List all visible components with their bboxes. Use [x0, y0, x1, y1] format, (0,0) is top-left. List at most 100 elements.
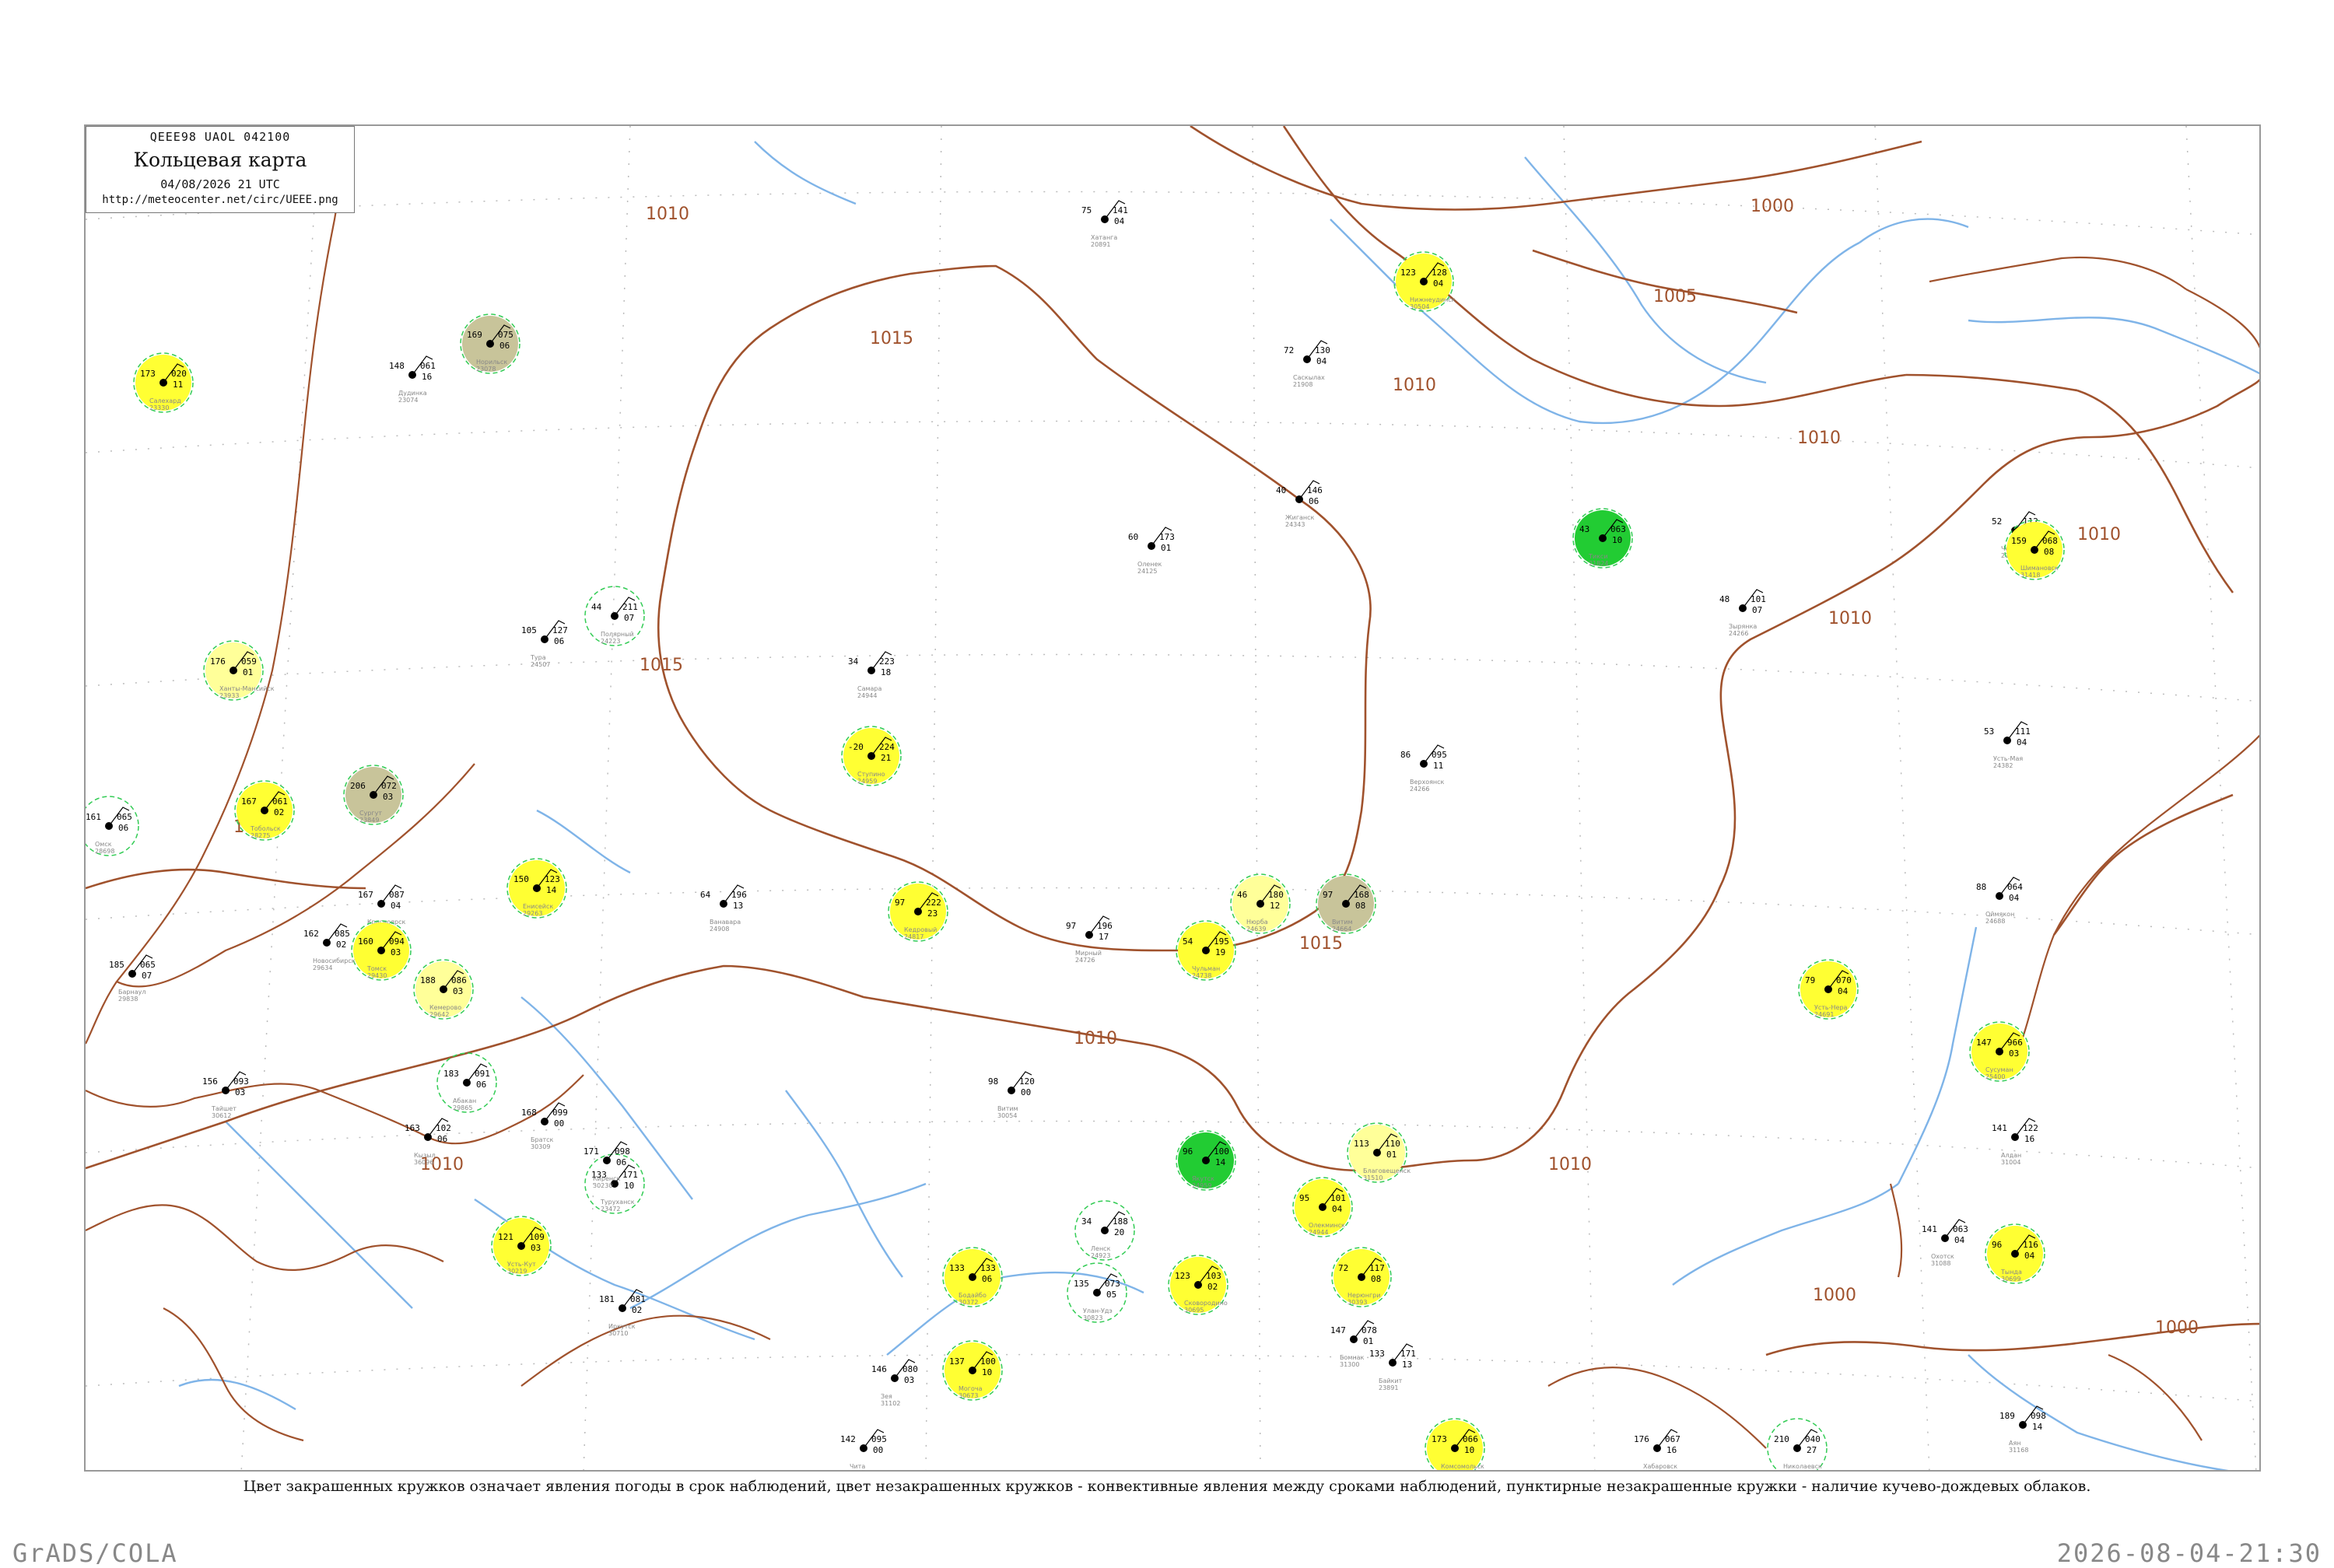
station-temp: 185 — [109, 960, 124, 970]
station-plot[interactable]: 96 11604 Тында30699 — [1985, 1223, 2045, 1284]
station-temp: 167 — [358, 890, 373, 900]
station-plot[interactable]: 141 12216 Алдан31004 — [1992, 1118, 2038, 1166]
station-index: 24664 — [1332, 926, 1351, 933]
station-plot[interactable]: 60 17301 Оленек24125 — [1128, 527, 1175, 575]
station-plot[interactable]: 97 19617 Мирный24726 — [1066, 915, 1113, 964]
station-plot[interactable]: 75 14104 Хатанга20891 — [1081, 200, 1128, 248]
station-plot[interactable]: 160 09403 Томск29430 — [351, 920, 412, 981]
station-plot[interactable]: 97 22223 Кедровый24817 — [888, 881, 948, 942]
station-plot[interactable]: 161 06506 Омск28698 — [86, 796, 139, 856]
station-plot[interactable]: 34 22318 Самара24944 — [848, 651, 895, 699]
station-tendency: 02 — [274, 807, 284, 817]
station-tendency: 06 — [118, 823, 128, 833]
station-index: 24959 — [857, 778, 877, 785]
station-plot[interactable]: 173 06610 Комсомольск31532 — [1425, 1418, 1485, 1472]
station-plot[interactable]: 123 12804 Нижнеудинск30504 — [1393, 251, 1456, 312]
station-plot[interactable]: 137 10010 Могоча30673 — [942, 1340, 1003, 1401]
station-plot[interactable]: 176 06716 Хабаровск31735 — [1634, 1429, 1680, 1472]
isobar-1010-east — [1905, 373, 2078, 392]
station-plot[interactable]: 43 06310 Тикси21824 — [1572, 508, 1633, 569]
station-name: Ханты-Мансийск — [219, 685, 275, 692]
station-plot[interactable]: 48 10107 Зырянка24266 — [1719, 589, 1766, 637]
isobar-label: 1000 — [1813, 1286, 1856, 1305]
station-plot[interactable]: 123 10302 Сковородино30695 — [1168, 1255, 1228, 1315]
station-plot[interactable]: 171 09806 Киренск30230 — [584, 1141, 630, 1189]
station-plot[interactable]: 133 17113 Байкит23891 — [1369, 1343, 1416, 1391]
station-plot[interactable]: 183 09106Абакан29865 — [436, 1052, 497, 1113]
station-plot[interactable]: 86 09511 Верхоянск24266 — [1400, 744, 1447, 793]
station-plot[interactable]: 96 10014 Якутск24959 — [1176, 1130, 1236, 1191]
station-plot[interactable]: 44 21107 Полярный24223 — [584, 586, 645, 646]
station-plot[interactable]: 142 09500 Чита30758 — [840, 1429, 887, 1472]
station-plot[interactable]: 162 08502 Новосибирск29634 — [303, 923, 356, 971]
station-plot[interactable]: 176 05901 Ханты-Мансийск23933 — [203, 640, 275, 701]
station-plot[interactable]: 113 11001 Благовещенск31510 — [1347, 1122, 1411, 1183]
station-pressure: 081 — [630, 1294, 646, 1304]
station-pressure: 130 — [1315, 345, 1330, 355]
station-plot[interactable]: 188 08603 Кемерово29642 — [413, 959, 474, 1020]
station-plot[interactable]: 146 08003 Зея31102 — [871, 1359, 918, 1407]
station-plot[interactable]: 168 09900Братск30309 — [521, 1102, 568, 1150]
station-plot[interactable]: 46 18012 Нюрба24639 — [1230, 873, 1291, 934]
station-plot[interactable]: 141 06304 Охотск31088 — [1922, 1219, 1968, 1267]
station-name: Сковородино — [1184, 1300, 1228, 1307]
station-plot[interactable]: 72 11708 Нерюнгри30393 — [1331, 1247, 1392, 1307]
station-plot[interactable]: -20 22421 Ступино24959 — [841, 726, 902, 786]
station-plot[interactable]: 40 14606 Жиганск24343 — [1276, 480, 1323, 528]
station-name: Усть-Мая — [1993, 755, 2023, 762]
station-tendency: 18 — [881, 667, 891, 677]
station-plot[interactable]: 121 10903 Усть-Кут30219 — [491, 1216, 552, 1276]
station-plot[interactable]: 54 19519 Чульман24738 — [1176, 920, 1236, 981]
station-pressure: 180 — [1268, 890, 1284, 900]
station-index: 30710 — [608, 1330, 628, 1337]
station-tendency: 02 — [632, 1305, 642, 1315]
station-tendency: 16 — [2024, 1134, 2034, 1144]
station-index: 24266 — [1410, 786, 1429, 793]
station-plot[interactable]: 148 06116 Дудинка23074 — [389, 355, 436, 404]
station-plot[interactable]: 173 02011 Салехард23330 — [133, 352, 194, 413]
station-name: Братск — [531, 1136, 554, 1143]
station-pressure: 117 — [1369, 1263, 1385, 1273]
station-index: 30393 — [1347, 1299, 1367, 1306]
station-index: 30504 — [1410, 303, 1429, 310]
station-name: Чульман — [1192, 965, 1220, 972]
station-pressure: 065 — [140, 960, 156, 970]
station-temp: 48 — [1719, 594, 1729, 604]
station-plot[interactable]: 34 18820 Ленск24923 — [1074, 1200, 1135, 1261]
station-plot[interactable]: 135 07305 Улан-Удэ30823 — [1067, 1262, 1127, 1323]
station-tendency: 06 — [982, 1274, 992, 1284]
station-plot[interactable]: 133 13306Бодайбо30372 — [942, 1247, 1003, 1307]
station-plot[interactable]: 95 10104 Олекминск24944 — [1292, 1177, 1353, 1237]
station-plot[interactable]: 169 07506 Норильск23078 — [460, 313, 520, 374]
map-url[interactable]: http://meteocenter.net/circ/UEEE.png — [86, 194, 354, 206]
station-plot[interactable]: 79 07004 Усть-Нера24691 — [1798, 959, 1859, 1020]
station-index: 30695 — [1184, 1307, 1204, 1314]
station-temp: 159 — [2011, 536, 2027, 546]
station-plot[interactable]: 105 12706 Тура24507 — [521, 620, 568, 668]
station-index: 21824 — [1589, 560, 1608, 567]
station-pressure: 095 — [871, 1434, 887, 1444]
station-temp: -20 — [848, 742, 864, 752]
station-temp: 121 — [498, 1232, 513, 1242]
station-plot[interactable]: 53 11104 Усть-Мая24382 — [1984, 721, 2031, 769]
station-pressure: 211 — [622, 602, 638, 612]
station-name: Усть-Нера — [1814, 1004, 1848, 1011]
station-plot[interactable]: 210 04027 Николаевск31369 — [1767, 1418, 1828, 1472]
station-plot[interactable]: 72 13004 Саскылах21908 — [1284, 340, 1330, 388]
station-pressure: 087 — [389, 890, 405, 900]
station-plot[interactable]: 181 08102 Иркутск30710 — [599, 1289, 646, 1337]
station-plot[interactable]: 147 96603 Сусуман25400 — [1969, 1021, 2030, 1082]
station-plot[interactable]: 189 09814 Аян31168 — [1999, 1405, 2046, 1454]
station-plot[interactable]: 147 07801 Бомнак31300 — [1330, 1320, 1377, 1368]
isobar-label: 1010 — [2077, 525, 2121, 544]
station-plot[interactable]: 88 06404 Оймякон24688 — [1976, 877, 2023, 925]
station-name: Оленек — [1137, 561, 1162, 568]
station-name: Усть-Кут — [507, 1261, 536, 1268]
isobar-label: 1010 — [646, 205, 689, 224]
station-plot[interactable]: 64 19613 Ванавара24908 — [700, 884, 747, 933]
station-plot[interactable]: 98 12000 Витим30054 — [988, 1071, 1035, 1119]
station-plot[interactable]: 97 16808 Витим24664 — [1316, 873, 1376, 934]
station-plot[interactable]: 150 12314 Енисейск29263 — [506, 858, 567, 919]
station-name: Бодайбо — [958, 1292, 987, 1299]
station-plot[interactable]: 206 07203 Сургут23849 — [343, 765, 404, 825]
